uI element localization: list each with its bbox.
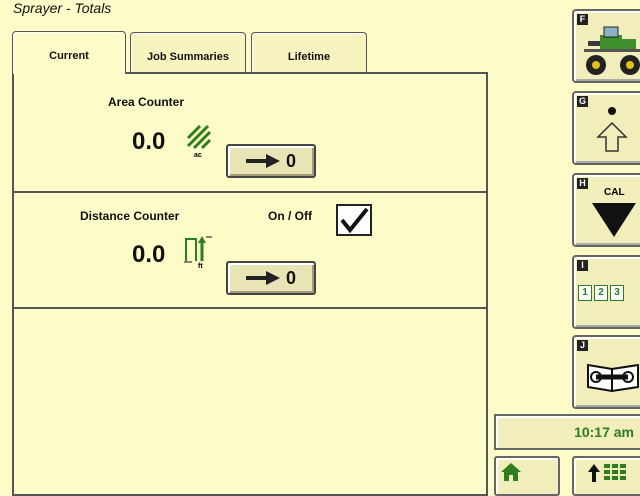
area-counter-section: Area Counter 0.0 ac 0 bbox=[14, 74, 486, 193]
numbered-pages-icon: 1 2 3 bbox=[578, 285, 624, 301]
clock-display: 10:17 am bbox=[494, 414, 640, 450]
key-letter: F bbox=[577, 14, 588, 25]
area-icon bbox=[186, 124, 212, 150]
softkey-i-pages[interactable]: I 1 2 3 bbox=[572, 255, 640, 329]
service-manual-icon bbox=[587, 363, 639, 393]
tractor-sprayer-icon bbox=[584, 26, 640, 75]
softkey-f-machine[interactable]: F bbox=[572, 9, 640, 83]
tab-label: Job Summaries bbox=[147, 51, 229, 63]
right-arrow-icon bbox=[245, 271, 280, 285]
down-triangle-icon bbox=[592, 203, 636, 237]
on-off-label: On / Off bbox=[268, 209, 312, 223]
softkey-g-up[interactable]: G bbox=[572, 91, 640, 165]
checkmark-icon bbox=[340, 207, 369, 234]
tab-current[interactable]: Current bbox=[12, 31, 126, 74]
tab-label: Current bbox=[49, 50, 89, 62]
distance-counter-section: Distance Counter On / Off 0.0 ft 0 bbox=[14, 193, 486, 309]
distance-on-off-checkbox[interactable] bbox=[336, 204, 372, 236]
home-icon bbox=[501, 463, 521, 481]
distance-reset-label: 0 bbox=[285, 267, 296, 288]
tab-job-summaries[interactable]: Job Summaries bbox=[130, 32, 246, 73]
tab-lifetime[interactable]: Lifetime bbox=[251, 32, 367, 73]
area-unit: ac bbox=[194, 152, 202, 159]
up-arrow-icon bbox=[596, 107, 628, 152]
key-letter: H bbox=[577, 178, 588, 189]
softkey-h-calibration[interactable]: H CAL bbox=[572, 173, 640, 247]
totals-panel: Area Counter 0.0 ac 0 Distance Counter O bbox=[12, 72, 488, 496]
up-grid-icon bbox=[588, 464, 626, 482]
distance-counter-label: Distance Counter bbox=[80, 209, 180, 223]
page-title: Sprayer - Totals bbox=[13, 0, 112, 16]
up-menu-button[interactable] bbox=[572, 456, 640, 496]
distance-icon bbox=[184, 235, 216, 263]
area-reset-button[interactable]: 0 bbox=[226, 144, 316, 178]
area-counter-value: 0.0 bbox=[132, 128, 166, 155]
key-letter: I bbox=[577, 260, 588, 271]
softkey-j-service-manual[interactable]: J bbox=[572, 335, 640, 409]
area-reset-label: 0 bbox=[285, 150, 296, 171]
key-letter: J bbox=[577, 340, 588, 351]
home-button[interactable] bbox=[494, 456, 560, 496]
tab-label: Lifetime bbox=[287, 51, 331, 63]
distance-counter-value: 0.0 bbox=[132, 241, 166, 268]
key-letter: G bbox=[577, 96, 588, 107]
area-counter-label: Area Counter bbox=[108, 95, 185, 109]
distance-reset-button[interactable]: 0 bbox=[226, 261, 316, 295]
right-arrow-icon bbox=[245, 154, 280, 168]
distance-unit: ft bbox=[198, 263, 203, 270]
cal-label: CAL bbox=[604, 187, 625, 198]
